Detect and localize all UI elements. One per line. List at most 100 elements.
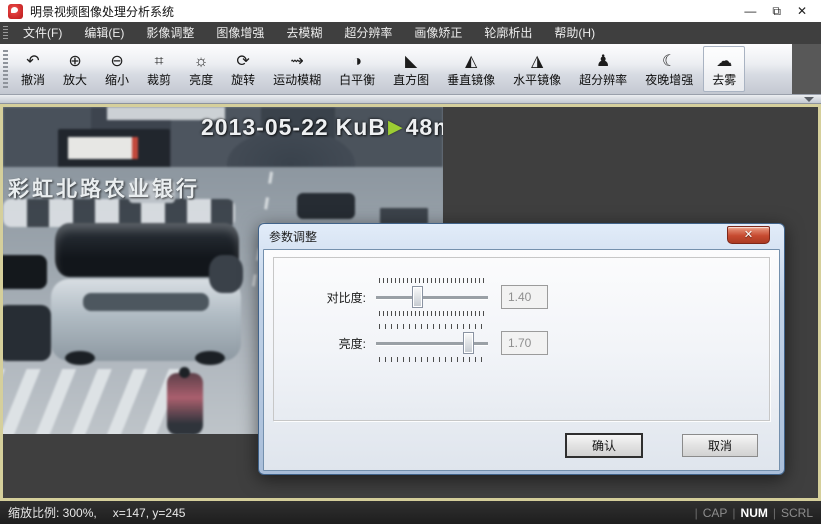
- tool-label: 撤消: [21, 71, 45, 88]
- toolbar-spacer: [792, 44, 821, 95]
- tool-crop-button[interactable]: ⌗裁剪: [139, 46, 179, 92]
- tool-label: 放大: [63, 71, 87, 88]
- menu-item-contour-extract[interactable]: 轮廓析出: [473, 22, 543, 44]
- tool-super-resolution-button[interactable]: ♟超分辨率: [571, 46, 635, 92]
- tool-brightness-button[interactable]: ☼亮度: [181, 46, 221, 92]
- tool-histogram-button[interactable]: ◣直方图: [385, 46, 437, 92]
- rotate-icon: ⟳: [236, 52, 249, 71]
- dialog-body: 对比度: 1.40 亮度:: [263, 249, 780, 471]
- video-caption-overlay: 彩虹北路农业银行: [8, 173, 200, 203]
- scene-billboard-sign: [68, 137, 138, 159]
- super-resolution-icon: ♟: [596, 52, 610, 71]
- menu-item-deblur[interactable]: 去模糊: [275, 22, 333, 44]
- slider-ticks: [379, 357, 485, 362]
- tool-label: 水平镜像: [513, 71, 561, 88]
- brightness-slider[interactable]: [376, 320, 488, 366]
- close-button[interactable]: ✕: [797, 4, 807, 18]
- tool-white-balance-button[interactable]: ◑白平衡: [331, 46, 383, 92]
- brightness-field-row: 亮度: 1.70: [294, 320, 548, 366]
- indicator-separator: |: [732, 506, 735, 520]
- tool-label: 亮度: [189, 71, 213, 88]
- toolbar-band: ↶撤消⊕放大⊖缩小⌗裁剪☼亮度⟳旋转⇝运动模糊◑白平衡◣直方图◭垂直镜像◮水平镜…: [0, 44, 792, 95]
- zoom-in-icon: ⊕: [68, 52, 81, 71]
- scene-car-bottom-left: [3, 305, 51, 361]
- confirm-button[interactable]: 确认: [566, 434, 642, 457]
- app-logo-icon: [8, 4, 23, 19]
- scene-mid-scooter: [209, 255, 243, 293]
- player-badge-text: KuB: [336, 114, 386, 141]
- scene-cars-right: [297, 193, 355, 219]
- image-workspace: 2013-05-22 KuB ▶ 48m30 彩虹北路农业银行 参数调整 ✕ 对…: [0, 104, 821, 501]
- tool-label: 超分辨率: [579, 71, 627, 88]
- toolbar-items: ↶撤消⊕放大⊖缩小⌗裁剪☼亮度⟳旋转⇝运动模糊◑白平衡◣直方图◭垂直镜像◮水平镜…: [12, 44, 746, 94]
- tool-vertical-mirror-button[interactable]: ◭垂直镜像: [439, 46, 503, 92]
- tool-undo-button[interactable]: ↶撤消: [13, 46, 53, 92]
- menu-item-image-rectify[interactable]: 画像矫正: [403, 22, 473, 44]
- tool-label: 裁剪: [147, 71, 171, 88]
- contrast-value-field[interactable]: 1.40: [501, 285, 548, 309]
- menu-bar: 文件(F)编辑(E)影像调整图像增强去模糊超分辨率画像矫正轮廓析出帮助(H): [0, 22, 821, 44]
- scene-wheel: [195, 351, 225, 365]
- brightness-slider-thumb[interactable]: [463, 332, 474, 354]
- white-balance-icon: ◑: [352, 52, 362, 71]
- contrast-slider[interactable]: [376, 274, 488, 320]
- window-controls: — ⧉ ✕: [744, 4, 821, 18]
- histogram-icon: ◣: [405, 52, 417, 71]
- tool-zoom-out-button[interactable]: ⊖缩小: [97, 46, 137, 92]
- video-timestamp-overlay: 2013-05-22 KuB ▶ 48m30: [201, 114, 443, 141]
- tool-rotate-button[interactable]: ⟳旋转: [223, 46, 263, 92]
- menu-item-edit[interactable]: 编辑(E): [73, 22, 135, 44]
- cancel-button[interactable]: 取消: [682, 434, 758, 457]
- menu-item-super-resolution[interactable]: 超分辨率: [333, 22, 403, 44]
- brightness-value-field[interactable]: 1.70: [501, 331, 548, 355]
- tool-label: 运动模糊: [273, 71, 321, 88]
- toolbar-overflow-chevron-icon[interactable]: [804, 97, 814, 102]
- tool-motion-blur-button[interactable]: ⇝运动模糊: [265, 46, 329, 92]
- restore-button[interactable]: ⧉: [772, 4, 781, 18]
- contrast-label: 对比度:: [294, 289, 366, 306]
- status-bar: 缩放比例: 300%, x=147, y=245 |CAP|NUM|SCRL: [0, 501, 821, 524]
- dialog-title: 参数调整: [269, 228, 317, 245]
- scene-silver-sedan: [51, 279, 241, 361]
- scene-wheel: [65, 351, 95, 365]
- tool-horizontal-mirror-button[interactable]: ◮水平镜像: [505, 46, 569, 92]
- scene-car-far-left: [3, 255, 47, 289]
- tool-label: 缩小: [105, 71, 129, 88]
- contrast-slider-thumb[interactable]: [412, 286, 423, 308]
- night-enhance-icon: ☾: [662, 52, 676, 71]
- tool-label: 直方图: [393, 71, 429, 88]
- minimize-button[interactable]: —: [744, 4, 756, 18]
- menu-bar-items: 文件(F)编辑(E)影像调整图像增强去模糊超分辨率画像矫正轮廓析出帮助(H): [12, 22, 606, 44]
- dialog-title-bar[interactable]: 参数调整 ✕: [263, 224, 780, 249]
- time-code-text: 48m30: [406, 114, 443, 141]
- tool-zoom-in-button[interactable]: ⊕放大: [55, 46, 95, 92]
- menubar-grip-icon: [3, 26, 8, 40]
- menu-item-help[interactable]: 帮助(H): [543, 22, 606, 44]
- slider-ticks: [379, 324, 485, 329]
- tool-night-enhance-button[interactable]: ☾夜晚增强: [637, 46, 701, 92]
- timestamp-text: 2013-05-22: [201, 114, 329, 141]
- cursor-coords-text: x=147, y=245: [113, 506, 186, 520]
- app-logo-dot: [11, 7, 18, 13]
- menu-item-image-enhance[interactable]: 图像增强: [205, 22, 275, 44]
- motion-blur-icon: ⇝: [290, 52, 303, 71]
- dehaze-icon: ☁: [716, 52, 732, 71]
- indicator-num: NUM: [741, 506, 768, 520]
- tool-label: 去雾: [712, 71, 736, 88]
- menu-item-image-adjust[interactable]: 影像调整: [135, 22, 205, 44]
- menu-item-file[interactable]: 文件(F): [12, 22, 73, 44]
- tool-label: 夜晚增强: [645, 71, 693, 88]
- scene-billboard: [58, 129, 170, 169]
- brightness-label: 亮度:: [294, 335, 366, 352]
- slider-ticks: [379, 311, 485, 316]
- dialog-close-button[interactable]: ✕: [727, 226, 770, 244]
- window-title: 明景视频图像处理分析系统: [30, 3, 174, 20]
- parameters-groupbox: 对比度: 1.40 亮度:: [273, 257, 770, 421]
- indicator-separator: |: [773, 506, 776, 520]
- toolbar-overflow-strip: [0, 95, 821, 104]
- tool-dehaze-button[interactable]: ☁去雾: [703, 46, 745, 92]
- scene-scooter-rider: [167, 373, 203, 434]
- vertical-mirror-icon: ◭: [465, 52, 477, 71]
- title-bar: 明景视频图像处理分析系统 — ⧉ ✕: [0, 0, 821, 22]
- parameter-dialog: 参数调整 ✕ 对比度: 1.40: [258, 223, 785, 475]
